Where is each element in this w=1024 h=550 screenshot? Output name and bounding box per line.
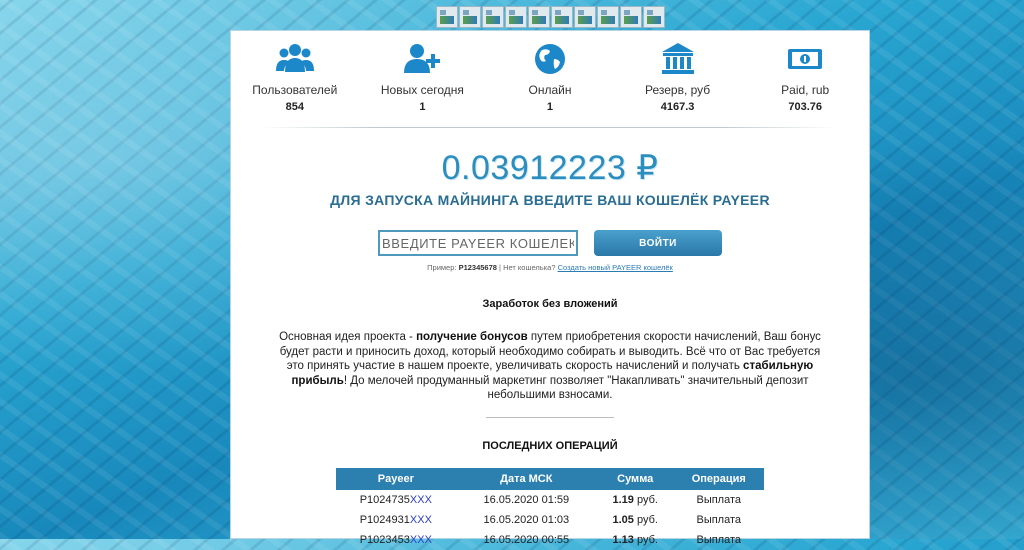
amount-unit: руб. bbox=[636, 513, 658, 526]
payeer-mask: XXX bbox=[409, 513, 432, 526]
stat-users: Пользователей 854 bbox=[235, 37, 355, 121]
table-row: P1023453XXX 16.05.2020 00:55 1.13 руб. В… bbox=[336, 530, 764, 550]
banner-strip bbox=[436, 6, 665, 28]
operations-table: Payeer Дата МСК Сумма Операция P1024735X… bbox=[336, 467, 764, 550]
hint-separator: | Нет кошелька? bbox=[499, 263, 556, 272]
login-button[interactable]: ВОЙТИ bbox=[594, 230, 722, 256]
banner-image[interactable] bbox=[620, 6, 642, 28]
column-header: Дата МСК bbox=[455, 467, 597, 490]
banner-image[interactable] bbox=[482, 6, 504, 28]
balance-amount: 0.03912223 ₽ bbox=[441, 149, 659, 187]
payeer-cell: P1023453XXX bbox=[336, 530, 456, 550]
date-cell: 16.05.2020 01:59 bbox=[483, 493, 570, 506]
banknote-icon bbox=[788, 49, 823, 69]
stats-bar: Пользователей 854 Новых сегодня 1 Онлайн… bbox=[231, 31, 869, 121]
column-header: Сумма bbox=[596, 467, 674, 490]
banner-image[interactable] bbox=[528, 6, 550, 28]
banner-image[interactable] bbox=[459, 6, 481, 28]
stat-label: Новых сегодня bbox=[380, 83, 464, 97]
date-cell: 16.05.2020 00:55 bbox=[483, 533, 570, 546]
banner-image[interactable] bbox=[597, 6, 619, 28]
bank-icon bbox=[661, 43, 694, 74]
operation-cell: Выплата bbox=[696, 513, 742, 526]
stat-online: Онлайн 1 bbox=[490, 37, 610, 121]
main-panel: Пользователей 854 Новых сегодня 1 Онлайн… bbox=[230, 30, 870, 546]
stat-value: 4167.3 bbox=[660, 101, 695, 113]
wallet-hint: Пример: P12345678 | Нет кошелька? Создат… bbox=[231, 263, 869, 272]
table-row: P1024931XXX 16.05.2020 01:03 1.05 руб. В… bbox=[336, 510, 764, 530]
table-header-row: Payeer Дата МСК Сумма Операция bbox=[336, 467, 764, 490]
stat-label: Paid, rub bbox=[781, 83, 830, 97]
amount-unit: руб. bbox=[636, 533, 658, 546]
banner-image[interactable] bbox=[574, 6, 596, 28]
date-cell: 16.05.2020 01:03 bbox=[483, 513, 570, 526]
amount-cell: 1.13 руб. bbox=[597, 530, 674, 550]
stat-label: Резерв, руб bbox=[644, 83, 711, 97]
wallet-input[interactable] bbox=[378, 230, 578, 256]
payeer-id: P1023453 bbox=[359, 533, 410, 546]
payeer-id: P1024735 bbox=[359, 493, 410, 506]
amount-value: 1.19 bbox=[612, 493, 634, 506]
column-header: Payeer bbox=[336, 467, 456, 490]
divider bbox=[261, 127, 839, 128]
banner-image[interactable] bbox=[436, 6, 458, 28]
banner-image[interactable] bbox=[505, 6, 527, 28]
about-text-part: Основная идея проекта - bbox=[279, 331, 413, 343]
stat-label: Онлайн bbox=[528, 83, 572, 97]
stat-value: 1 bbox=[419, 101, 426, 113]
stat-value: 703.76 bbox=[788, 101, 822, 113]
create-wallet-link[interactable]: Создать новый PAYEER кошелёк bbox=[558, 263, 673, 272]
globe-icon bbox=[534, 44, 565, 74]
about-text: Основная идея проекта - получение бонусо… bbox=[279, 330, 821, 403]
hint-prefix: Пример: bbox=[427, 263, 457, 272]
stat-new-today: Новых сегодня 1 bbox=[362, 37, 482, 121]
column-header: Операция bbox=[673, 467, 764, 490]
amount-cell: 1.19 руб. bbox=[597, 490, 674, 510]
amount-value: 1.05 bbox=[612, 513, 634, 526]
payeer-id: P1024931 bbox=[359, 513, 410, 526]
stat-paid: Paid, rub 703.76 bbox=[745, 37, 865, 121]
amount-unit: руб. bbox=[636, 493, 658, 506]
payeer-cell: P1024931XXX bbox=[336, 510, 456, 530]
operations-title: Последних операций bbox=[482, 439, 618, 452]
payeer-mask: XXX bbox=[409, 533, 432, 546]
table-row: P1024735XXX 16.05.2020 01:59 1.19 руб. В… bbox=[336, 490, 764, 510]
banner-image[interactable] bbox=[551, 6, 573, 28]
login-form: ВОЙТИ bbox=[231, 230, 869, 256]
stat-value: 1 bbox=[546, 101, 554, 113]
amount-cell: 1.05 руб. bbox=[597, 510, 674, 530]
stat-label: Пользователей bbox=[252, 83, 338, 97]
operation-cell: Выплата bbox=[696, 533, 742, 546]
users-icon bbox=[275, 44, 314, 72]
amount-value: 1.13 bbox=[612, 533, 634, 546]
divider bbox=[486, 416, 614, 418]
operation-cell: Выплата bbox=[696, 493, 742, 506]
add-user-icon bbox=[404, 44, 441, 73]
banner-image[interactable] bbox=[643, 6, 665, 28]
payeer-mask: XXX bbox=[409, 493, 432, 506]
stat-value: 854 bbox=[285, 101, 304, 113]
login-instruction: Для запуска майнинга введите Ваш кошелёк… bbox=[330, 192, 770, 208]
stat-reserve: Резерв, руб 4167.3 bbox=[618, 37, 738, 121]
about-bold: получение бонусов bbox=[416, 331, 528, 343]
about-text-part: ! До мелочей продуманный маркетинг позво… bbox=[343, 374, 809, 402]
about-title: Заработок без вложений bbox=[482, 298, 618, 310]
payeer-cell: P1024735XXX bbox=[336, 490, 456, 510]
hint-example: P12345678 bbox=[458, 263, 497, 272]
